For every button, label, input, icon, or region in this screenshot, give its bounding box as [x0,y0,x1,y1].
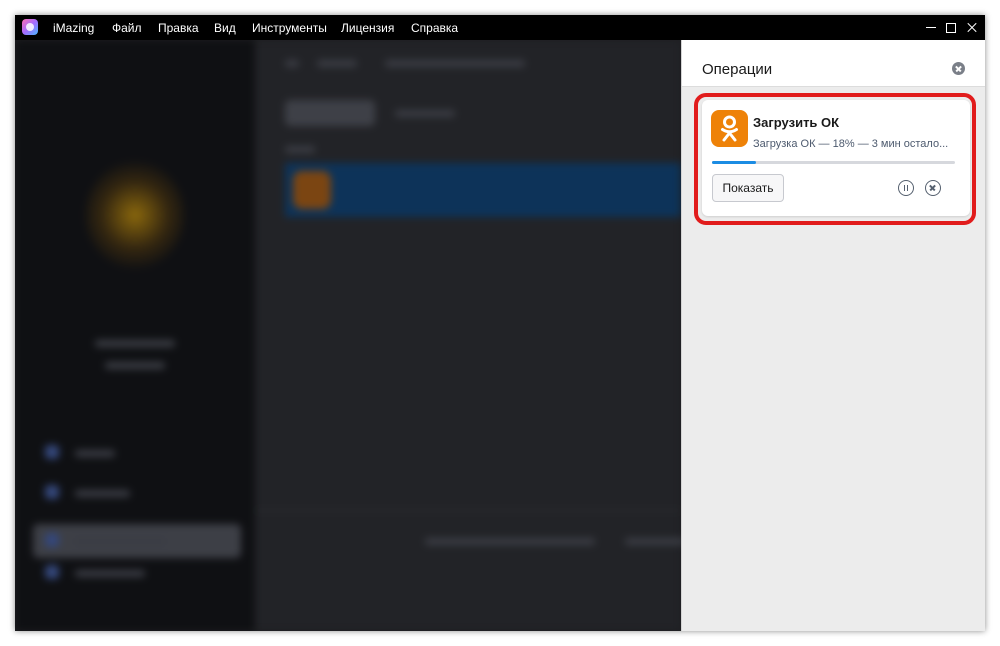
sidebar-item-icon [45,485,59,499]
menu-tools[interactable]: Инструменты [252,21,327,35]
table-row[interactable] [285,163,681,217]
toolbar-placeholder [395,110,455,117]
breadcrumb-placeholder [385,60,525,67]
app-name[interactable]: iMazing [53,21,94,35]
app-icon [293,171,331,209]
blurred-main-content [15,40,681,631]
operations-title: Операции [702,61,773,78]
menu-file[interactable]: Файл [112,21,142,35]
sidebar-item-icon [45,445,59,459]
toolbar-button[interactable] [285,100,375,126]
apps-list-area [255,40,681,631]
column-header-placeholder [285,146,315,153]
minimize-icon[interactable] [920,15,942,40]
device-image [85,160,185,270]
menu-license[interactable]: Лицензия [341,21,394,35]
sidebar-item-icon [45,533,59,547]
operations-panel: Операции Загрузить ОК Загрузка ОК — 18% … [681,40,985,631]
sidebar-item-label [75,450,115,457]
sidebar-item-label [75,538,165,545]
device-sidebar [15,40,255,631]
blur-layer [15,40,681,631]
close-circle-icon[interactable] [952,62,965,75]
sidebar-item-label [75,490,130,497]
close-icon[interactable] [961,15,983,40]
imazing-logo-icon[interactable] [22,19,38,35]
title-bar: iMazing Файл Правка Вид Инструменты Лице… [15,15,985,40]
highlight-frame [694,93,976,225]
menu-help[interactable]: Справка [411,21,458,35]
breadcrumb-placeholder [317,60,357,67]
menu-view[interactable]: Вид [214,21,236,35]
app-window: iMazing Файл Правка Вид Инструменты Лице… [15,15,985,631]
back-arrow-icon[interactable] [285,60,299,67]
sidebar-item-label [75,570,145,577]
sidebar-item-icon [45,565,59,579]
operations-header: Операции [682,40,985,87]
device-name-placeholder [95,340,175,347]
device-info-placeholder [105,362,165,369]
maximize-icon[interactable] [940,15,962,40]
divider [255,510,681,511]
bottom-button-placeholder[interactable] [625,538,681,545]
menu-edit[interactable]: Правка [158,21,199,35]
bottom-button-placeholder[interactable] [425,538,595,545]
